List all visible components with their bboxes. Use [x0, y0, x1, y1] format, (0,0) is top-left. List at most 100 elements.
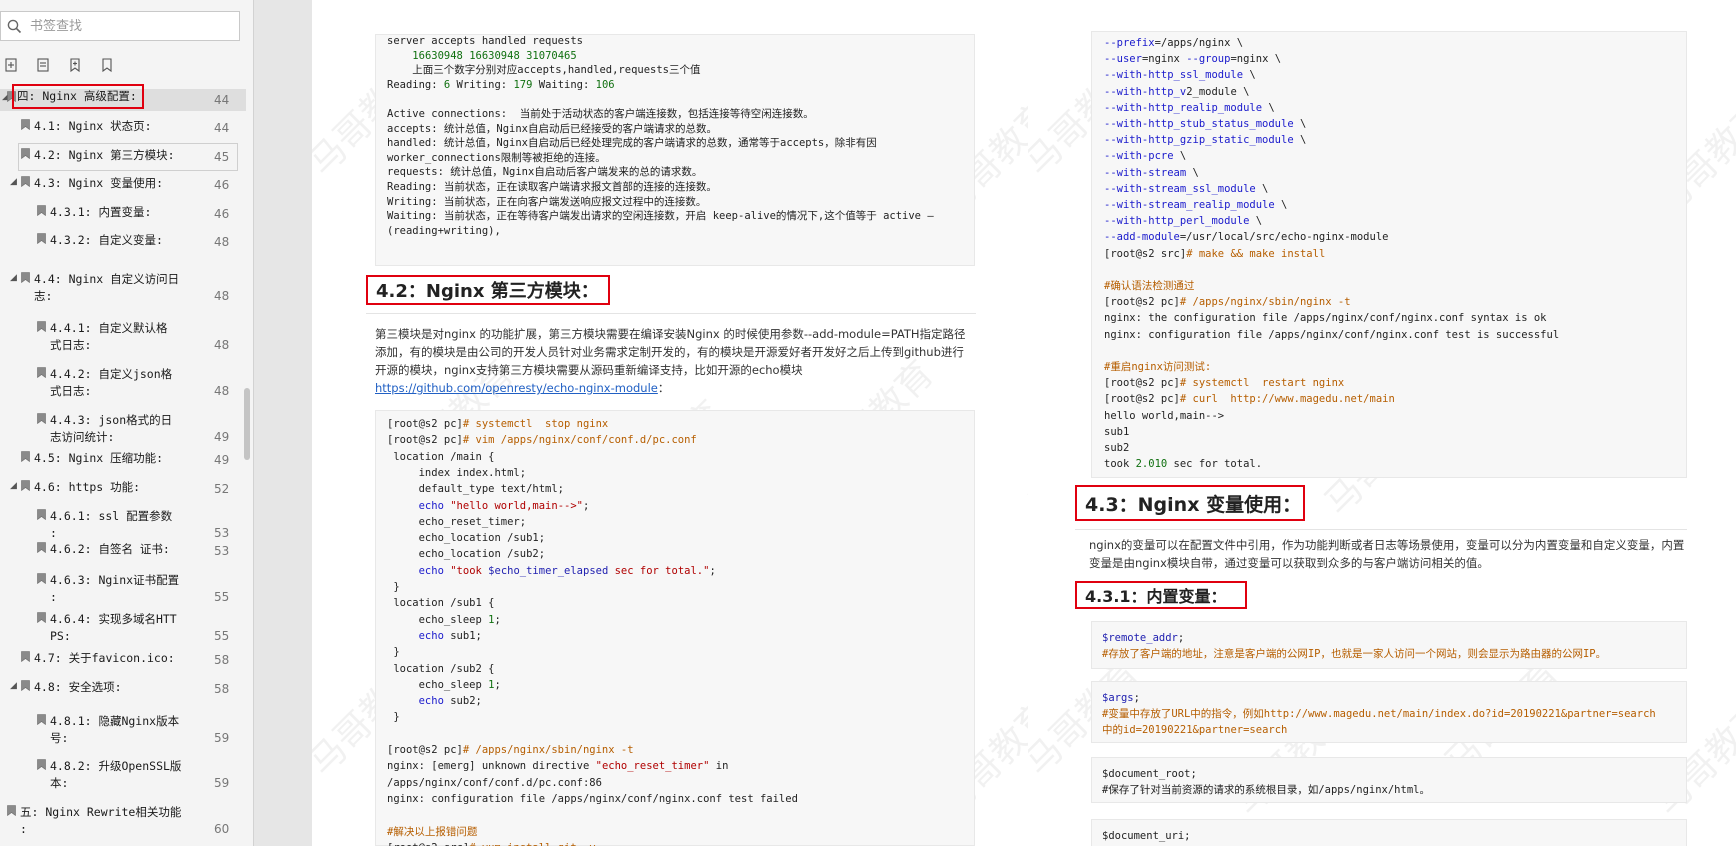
echo-code-line: }: [387, 646, 400, 659]
echo-code-line: }: [387, 581, 400, 593]
echo-config-code-block: [root@s2 pc]# systemctl stop nginx [root@…: [375, 410, 975, 846]
bookmark-label: 4.6.4: 实现多域名HTT PS:: [50, 612, 177, 643]
add-bookmark-icon: [70, 58, 80, 73]
bookmark-item[interactable]: ◢ 4.4: Nginx 自定义访问日 志: 48: [0, 270, 246, 308]
add-bookmark-button[interactable]: [64, 54, 86, 76]
build-code-line: --with-http_ssl_module \: [1104, 69, 1256, 82]
intro-text: 第三模块是对nginx 的功能扩展，第三方模块需要在编译安装Nginx 的时候使…: [375, 327, 966, 377]
expand-toggle-icon[interactable]: ◢: [10, 273, 17, 283]
expand-toggle-icon[interactable]: ◢: [10, 177, 17, 187]
bookmark-icon: [21, 451, 30, 462]
bookmark-page-number: 59: [214, 776, 230, 790]
build-code-line: --with-pcre \: [1104, 150, 1187, 163]
echo-code-line: location /sub1 {: [387, 597, 495, 610]
bookmark-label: 4.3.1: 内置变量:: [50, 205, 152, 219]
builtin-variable-block: $remote_addr; #存放了客户端的地址，注意是客户端的公网IP，也就是一…: [1091, 621, 1687, 669]
expand-all-icon: [5, 58, 17, 72]
build-code-line: --with-http_stub_status_module \: [1104, 118, 1307, 130]
bookmark-search-input[interactable]: [30, 18, 230, 34]
bookmark-scrollbar-thumb[interactable]: [244, 388, 250, 460]
status-code-line: worker_connections限制等被拒绝的连接。: [387, 151, 606, 164]
build-code-line: --add-module=/usr/local/src/echo-nginx-m…: [1104, 231, 1389, 244]
heading-rule: [366, 313, 976, 314]
bookmark-icon: [37, 509, 46, 520]
bookmark-page-number: 48: [214, 338, 230, 352]
document-page-left: 马哥教育马哥教育马哥教育马哥教育马哥教育马哥教育马哥教育马哥教育马哥教育马哥教育…: [312, 0, 1028, 846]
bookmark-item[interactable]: 4.4.1: 自定义默认格 式日志: 48: [0, 319, 246, 357]
collapse-all-button[interactable]: [32, 54, 54, 76]
bookmark-label: 4.4.1: 自定义默认格 式日志:: [50, 321, 168, 352]
bookmark-page-number: 53: [214, 526, 230, 540]
bookmark-item[interactable]: 4.5: Nginx 压缩功能: 49: [0, 449, 246, 471]
build-code-line: --with-http_perl_module \: [1104, 215, 1263, 228]
bookmark-item[interactable]: ◢ 四: Nginx 高级配置: 44: [0, 84, 246, 111]
build-code-block: --prefix=/apps/nginx \ --user=nginx --gro…: [1091, 31, 1687, 478]
status-code-line: requests: 统计总值，Nginx自启动后客户端发来的总的请求数。: [387, 166, 703, 179]
build-code-line: [root@s2 src]# make && make install: [1104, 247, 1326, 260]
section-heading-4-2: 4.2：Nginx 第三方模块：: [366, 275, 610, 305]
bookmark-label: 4.8.1: 隐藏Nginx版本 号:: [50, 714, 180, 745]
bookmark-item[interactable]: 4.3.2: 自定义变量: 48: [0, 231, 246, 253]
build-code-line: sub2: [1104, 442, 1130, 454]
status-code-line: handled: 统计总值，Nginx自启动后已经处理完成的客户端请求的总数，通…: [387, 137, 877, 150]
bookmark-label: 4.3: Nginx 变量使用:: [34, 176, 164, 190]
bookmark-page-number: 49: [214, 430, 230, 444]
search-icon: [7, 19, 22, 33]
bookmark-item[interactable]: 4.3.1: 内置变量: 46: [0, 203, 246, 225]
bookmark-button[interactable]: [96, 54, 118, 76]
echo-module-link[interactable]: https://github.com/openresty/echo-nginx-…: [375, 381, 658, 395]
bookmark-page-number: 48: [214, 384, 230, 398]
echo-code-line: [root@s2 pc]# systemctl stop nginx: [387, 418, 609, 430]
bookmark-icon: [37, 612, 46, 623]
bookmark-icon: [21, 272, 30, 283]
bookmark-page-number: 55: [214, 629, 230, 643]
bookmark-item[interactable]: 4.1: Nginx 状态页: 44: [0, 117, 246, 139]
bookmark-icon: [37, 205, 46, 216]
bookmark-item[interactable]: 4.4.3: json格式的日 志访问统计: 49: [0, 411, 246, 449]
echo-code-line: echo_reset_timer;: [387, 515, 527, 528]
build-code-line: sub1: [1104, 425, 1130, 438]
bookmark-item[interactable]: ◢ 4.6: https 功能: 52: [0, 478, 246, 500]
build-code-line: nginx: the configuration file /apps/ngin…: [1104, 312, 1547, 325]
collapse-all-icon: [37, 58, 49, 72]
bookmark-item[interactable]: 4.8.2: 升级OpenSSL版 本: 59: [0, 757, 246, 795]
bookmark-item[interactable]: 4.6.3: Nginx证书配置 : 55: [0, 571, 246, 609]
expand-toggle-icon[interactable]: ◢: [10, 681, 17, 691]
intro-tail: ：: [657, 381, 670, 395]
expand-all-button[interactable]: [0, 54, 22, 76]
bookmark-item[interactable]: 五: Nginx Rewrite相关功能 : 60: [0, 803, 246, 841]
bookmark-icon: [37, 321, 46, 332]
bookmark-search-box[interactable]: [0, 11, 240, 41]
bookmark-item[interactable]: 4.7: 关于favicon.ico: 58: [0, 649, 246, 671]
bookmark-icon: [37, 542, 46, 553]
echo-code-line: [root@s2 pc]# vim /apps/nginx/conf/conf.…: [387, 434, 697, 447]
echo-code-line: echo_location /sub1;: [387, 532, 546, 545]
bookmark-label: 4.8: 安全选项:: [34, 680, 122, 694]
variable-description: 中的id=20190221&partner=search: [1102, 724, 1288, 736]
bookmark-item[interactable]: 4.6.4: 实现多域名HTT PS: 55: [0, 610, 246, 648]
build-code-line: --user=nginx --group=nginx \: [1104, 53, 1282, 66]
third-party-module-intro: 第三模块是对nginx 的功能扩展，第三方模块需要在编译安装Nginx 的时候使…: [375, 325, 975, 397]
section-heading-4-3: 4.3：Nginx 变量使用：: [1075, 485, 1305, 521]
bookmark-item[interactable]: 4.4.2: 自定义json格 式日志: 48: [0, 365, 246, 403]
status-code-line: Reading: 当前状态，正在读取客户端请求报文首部的连接的连接数。: [387, 181, 717, 193]
bookmark-label: 4.6.1: ssl 配置参数 :: [50, 509, 173, 540]
status-code-line: (reading+writing),: [387, 224, 501, 237]
bookmark-icon: [37, 573, 46, 584]
bookmark-item[interactable]: 4.6.2: 自签名 证书: 53: [0, 540, 246, 562]
bookmark-item[interactable]: ◢ 4.3: Nginx 变量使用: 46: [0, 174, 246, 196]
expand-toggle-icon[interactable]: ◢: [10, 481, 17, 491]
bookmark-page-number: 55: [214, 590, 230, 604]
bookmark-item[interactable]: 4.2: Nginx 第三方模块: 45: [0, 143, 246, 171]
heading-rule: [1075, 529, 1687, 530]
echo-code-line: location /main {: [387, 450, 495, 463]
variable-name: $remote_addr;: [1102, 632, 1185, 644]
bookmark-icon: [37, 413, 46, 424]
bookmark-item[interactable]: ◢ 4.8: 安全选项: 58: [0, 678, 246, 700]
build-code-line: #重启nginx访问测试:: [1104, 361, 1212, 373]
variable-description: #保存了针对当前资源的请求的系统根目录，如/apps/nginx/html。: [1102, 784, 1430, 796]
bookmark-item[interactable]: 4.8.1: 隐藏Nginx版本 号: 59: [0, 712, 246, 750]
builtin-variable-block: $args; #变量中存放了URL中的指令，例如http://www.magedu…: [1091, 681, 1687, 743]
bookmark-label: 4.8.2: 升级OpenSSL版 本:: [50, 759, 182, 790]
bookmark-page-number: 48: [214, 289, 230, 303]
